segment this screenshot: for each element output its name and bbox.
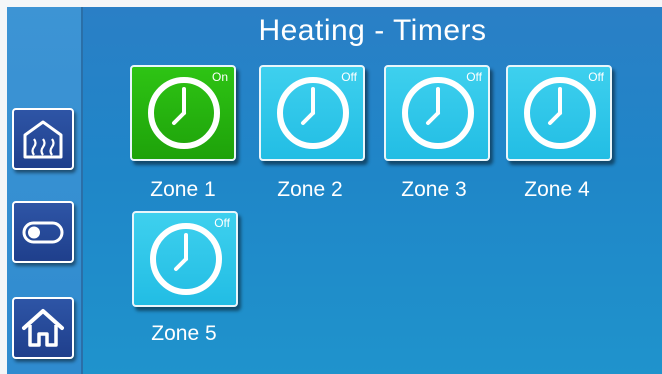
page-title: Heating - Timers [258,14,487,47]
zone-state-badge: Off [588,70,604,84]
clock-icon [150,223,222,295]
toggle-switch-icon [22,221,64,244]
home-nav-button[interactable] [12,297,74,359]
zone-state-badge: Off [214,216,230,230]
zone-5-timer-tile[interactable]: Off [132,211,238,307]
switches-nav-button[interactable] [12,201,74,263]
zone-1-timer-tile[interactable]: On [130,65,236,161]
home-icon [22,309,64,347]
zone-label: Zone 4 [524,178,590,201]
heating-house-icon [23,120,63,159]
clock-icon [524,77,596,149]
zone-label: Zone 1 [150,178,216,201]
clock-icon [277,77,349,149]
sidebar [7,7,83,374]
clock-icon [402,77,474,149]
zone-4-timer-tile[interactable]: Off [506,65,612,161]
heating-nav-button[interactable] [12,108,74,170]
heating-timers-screen: Heating - Timers On Zone 1 Off Zone 2 Of… [7,7,662,374]
zone-2-timer-tile[interactable]: Off [259,65,365,161]
zone-label: Zone 3 [401,178,467,201]
zone-state-badge: On [211,70,228,84]
zone-label: Zone 5 [151,322,217,345]
zone-state-badge: Off [341,70,357,84]
zone-3-timer-tile[interactable]: Off [384,65,490,161]
clock-icon [148,77,220,149]
zone-state-badge: Off [466,70,482,84]
zone-label: Zone 2 [277,178,343,201]
